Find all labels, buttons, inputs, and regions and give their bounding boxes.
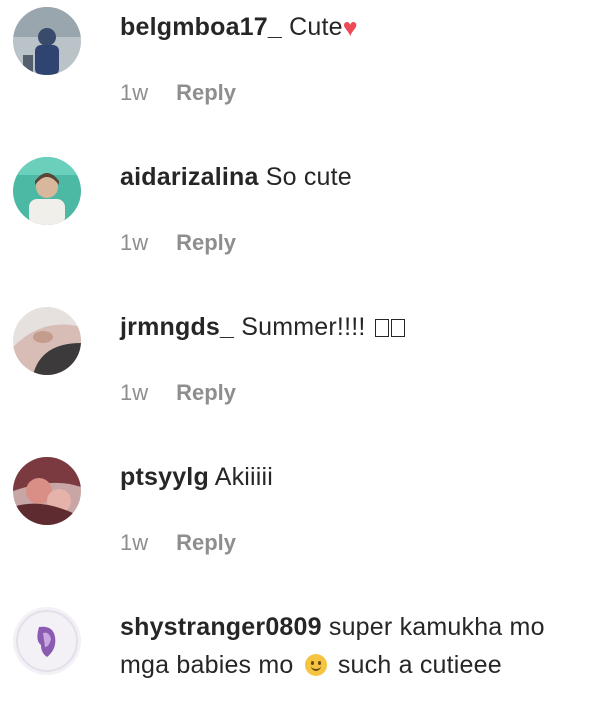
comment-body: Cute xyxy=(281,13,343,41)
comment-body: Summer!!!! xyxy=(234,313,373,341)
avatar[interactable] xyxy=(13,307,81,375)
comment-timestamp: 1w xyxy=(120,530,149,555)
avatar[interactable] xyxy=(13,157,81,225)
heart-icon: ♥ xyxy=(342,14,358,42)
missing-glyph-icon xyxy=(390,319,405,337)
avatar[interactable] xyxy=(13,607,81,675)
reply-button[interactable]: Reply xyxy=(176,230,236,256)
avatar[interactable] xyxy=(13,7,81,75)
username-link[interactable]: aidarizalina xyxy=(120,163,259,191)
reply-button[interactable]: Reply xyxy=(176,380,236,406)
comment-meta: 1w Reply xyxy=(120,530,580,556)
reply-button[interactable]: Reply xyxy=(176,80,236,106)
comment-body-continued: such a cutieee xyxy=(330,651,502,679)
comment-timestamp: 1w xyxy=(120,230,149,255)
username-link[interactable]: jrmngds_ xyxy=(120,313,234,341)
comment-text: aidarizalina So cute xyxy=(120,158,580,196)
comment-body: Akiiiii xyxy=(208,463,274,491)
comment-text: shystranger0809 super kamukha mo mga bab… xyxy=(120,608,580,684)
comment-meta: 1w Reply xyxy=(120,80,580,106)
comment-timestamp: 1w xyxy=(120,80,149,105)
username-link[interactable]: shystranger0809 xyxy=(120,613,322,641)
comment-text: belgmboa17_ Cute♥ xyxy=(120,8,580,46)
comment-meta: 1w Reply xyxy=(120,380,580,406)
missing-glyph-icon xyxy=(374,319,389,337)
comment-text: jrmngds_ Summer!!!! xyxy=(120,308,580,346)
avatar[interactable] xyxy=(13,457,81,525)
comment-body: So cute xyxy=(258,163,352,191)
username-link[interactable]: belgmboa17_ xyxy=(120,13,282,41)
comment-timestamp: 1w xyxy=(120,380,149,405)
comment-text: ptsyylg Akiiiii xyxy=(120,458,580,496)
reply-button[interactable]: Reply xyxy=(176,530,236,556)
comment-meta: 1w Reply xyxy=(120,230,580,256)
username-link[interactable]: ptsyylg xyxy=(120,463,209,491)
smiling-face-icon xyxy=(304,654,327,676)
